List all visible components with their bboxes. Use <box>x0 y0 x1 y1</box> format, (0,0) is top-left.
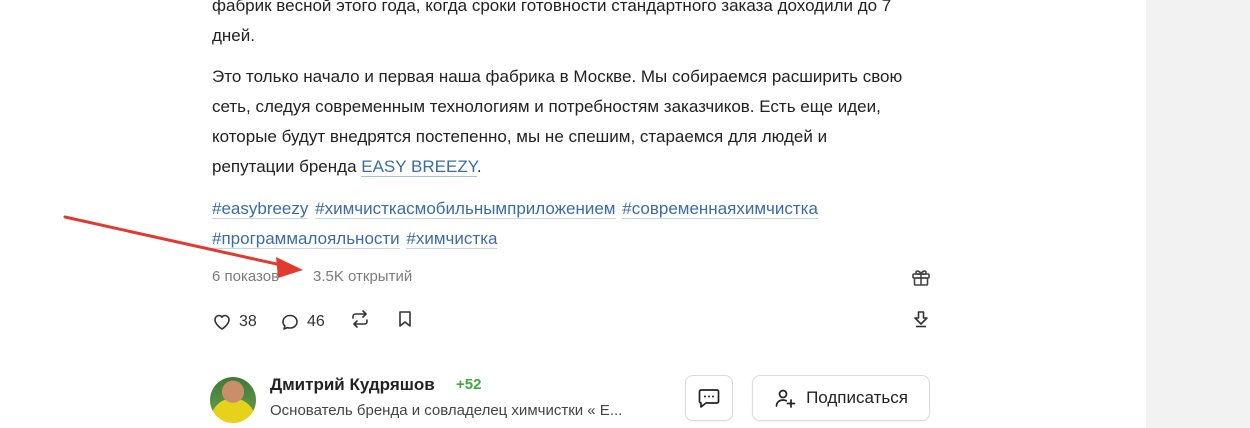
download-button[interactable] <box>911 309 931 329</box>
author-name[interactable]: Дмитрий Кудряшов <box>270 374 435 396</box>
author-description: Основатель бренда и совладелец химчистки… <box>270 402 623 419</box>
hashtag-link[interactable]: #программалояльности <box>212 229 400 249</box>
opens-count: 3.5K открытий <box>313 268 413 285</box>
post-actions: 38 46 <box>212 309 932 335</box>
likes-count: 38 <box>239 313 257 330</box>
right-sidebar <box>1146 0 1250 428</box>
message-button[interactable] <box>685 375 733 421</box>
author-karma: +52 <box>456 376 482 393</box>
hashtag-link[interactable]: #химчисткасмобильнымприложением <box>315 199 616 219</box>
article-paragraph-2: Это только начало и первая наша фабрика … <box>212 62 912 182</box>
comments-button[interactable]: 46 <box>280 309 325 335</box>
hashtag-list: #easybreezy #химчисткасмобильнымприложен… <box>212 194 932 254</box>
subscribe-button[interactable]: Подписаться <box>752 375 930 421</box>
bookmark-button[interactable] <box>396 309 414 329</box>
add-user-icon <box>775 389 796 408</box>
comment-icon <box>282 314 298 330</box>
post-stats: 6 показов 3.5K открытий <box>212 266 932 288</box>
message-icon <box>698 389 720 408</box>
author-card: Дмитрий Кудряшов +52 Основатель бренда и… <box>210 372 935 428</box>
like-button[interactable]: 38 <box>212 309 257 335</box>
views-count: 6 показов <box>212 268 280 285</box>
brand-link[interactable]: EASY BREEZY <box>361 157 477 177</box>
repost-icon <box>352 310 368 328</box>
bookmark-icon <box>399 311 411 327</box>
subscribe-label: Подписаться <box>806 388 908 407</box>
article-paragraph-1: фабрик весной этого года, когда сроки го… <box>212 0 892 45</box>
article-paragraph-2-end: . <box>476 157 482 176</box>
repost-button[interactable] <box>349 309 371 329</box>
hashtag-link[interactable]: #современнаяхимчистка <box>622 199 818 219</box>
hashtag-link[interactable]: #easybreezy <box>212 199 309 219</box>
comments-count: 46 <box>307 313 325 330</box>
gift-icon[interactable] <box>910 266 932 288</box>
download-icon <box>914 311 928 328</box>
article-paragraph-2-text: Это только начало и первая наша фабрика … <box>212 67 903 176</box>
hashtag-link[interactable]: #химчистка <box>406 229 498 249</box>
avatar[interactable] <box>210 377 256 423</box>
heart-icon <box>214 314 230 330</box>
